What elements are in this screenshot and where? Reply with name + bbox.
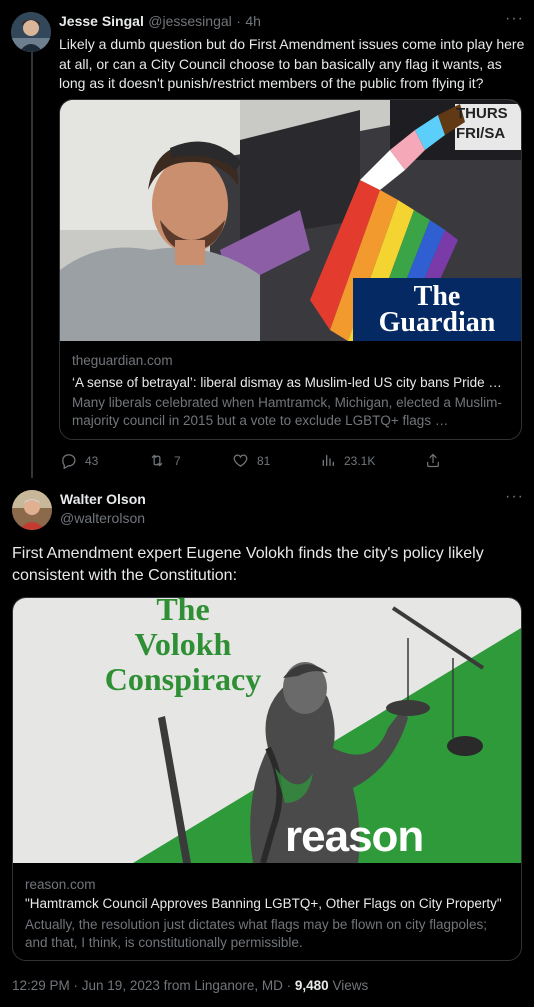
author-name[interactable]: Jesse Singal [59, 13, 144, 29]
guardian-logo: The Guardian [353, 278, 521, 341]
card-domain-text: theguardian.com [72, 353, 173, 368]
heart-icon [233, 454, 248, 467]
guardian-logo-line2: Guardian [378, 307, 496, 338]
card-description: Many liberals celebrated when Hamtramck,… [72, 395, 502, 428]
tweet-time[interactable]: 4h [245, 13, 261, 29]
link-card-guardian[interactable]: The Guardian THURS FRI/SA theguardian.co… [59, 99, 522, 440]
reason-logo: reason [285, 812, 424, 861]
reply-tweet-header: Jesse Singal @jessesingal · 4h [59, 13, 261, 31]
tweet-metadata-footer: 12:29 PM · Jun 19, 2023 from Linganore, … [12, 978, 368, 993]
author-handle[interactable]: @walterolson [60, 510, 145, 526]
share-button[interactable] [425, 452, 441, 469]
repost-count: 7 [174, 453, 181, 468]
author-name[interactable]: Walter Olson [60, 491, 146, 507]
share-icon [427, 453, 439, 468]
author-handle[interactable]: @jessesingal [148, 13, 231, 29]
card-domain: theguardian.com [72, 353, 509, 368]
more-options-icon[interactable]: ··· [505, 10, 524, 28]
like-count: 81 [257, 453, 271, 468]
views-count: 9,480 [294, 978, 329, 993]
volokh-logo-line3: Conspiracy [104, 661, 262, 697]
card-title: ‘A sense of betrayal’: liberal dismay as… [72, 375, 502, 390]
reply-count: 43 [85, 453, 99, 468]
volokh-logo: The Volokh Conspiracy [73, 597, 293, 697]
marquee-sign: THURS FRI/SA [456, 104, 518, 144]
analytics-icon [322, 455, 334, 466]
marquee-sign-line2: FRI/SA [456, 125, 506, 142]
repost-button[interactable]: 7 [148, 452, 181, 469]
avatar-jesse-singal[interactable] [11, 12, 51, 52]
reply-button[interactable]: 43 [60, 452, 98, 469]
repost-icon [151, 454, 163, 467]
card-domain-text: reason.com [25, 877, 96, 892]
tweet-timestamp[interactable]: 12:29 PM · Jun 19, 2023 from Linganore, … [12, 978, 295, 993]
separator: · [236, 13, 241, 29]
like-button[interactable]: 81 [232, 452, 270, 469]
reply-tweet-text: Likely a dumb question but do First Amen… [59, 36, 525, 91]
reply-icon [62, 454, 76, 469]
thread-connector-line [31, 52, 33, 478]
marquee-sign-line1: THURS [456, 105, 508, 122]
avatar-walter-olson[interactable] [12, 490, 52, 530]
card-title: "Hamtramck Council Approves Banning LGBT… [25, 896, 502, 911]
volokh-logo-line2: Volokh [134, 626, 232, 662]
views-label: Views [328, 978, 369, 993]
link-card-reason[interactable]: The Volokh Conspiracy reason reason.com … [12, 597, 522, 961]
main-tweet-text: First Amendment expert Eugene Volokh fin… [12, 545, 484, 584]
more-options-icon[interactable]: ··· [505, 488, 524, 506]
view-count: 23.1K [344, 453, 376, 468]
volokh-logo-line1: The [156, 597, 210, 627]
views-button[interactable]: 23.1K [320, 452, 375, 469]
card-description: Actually, the resolution just dictates w… [25, 917, 487, 950]
